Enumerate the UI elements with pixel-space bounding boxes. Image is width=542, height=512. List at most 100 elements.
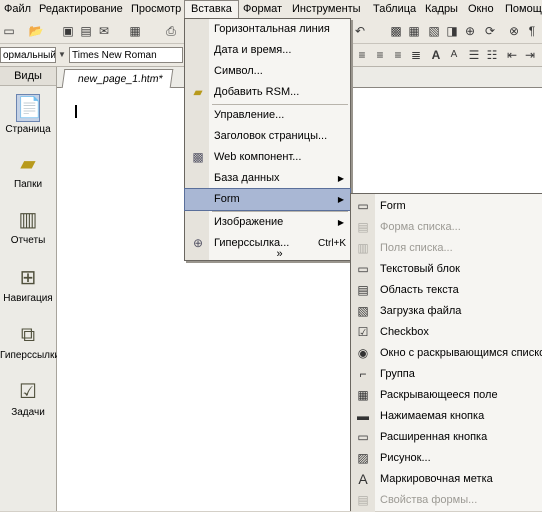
font-combo[interactable]: Times New Roman — [69, 47, 183, 63]
advanced-button-icon: ▭ — [357, 430, 369, 444]
menu-item-label: Окно с раскрывающимся списком — [380, 347, 542, 359]
menu-frames[interactable]: Кадры — [425, 3, 458, 15]
insert-web-component[interactable]: ▩ Web компонент... — [185, 147, 350, 168]
insert-form[interactable]: Form ▶ — [184, 188, 351, 211]
hyperlink-icon[interactable]: ⊕ — [462, 23, 478, 39]
submenu-arrow-icon: ▶ — [337, 218, 344, 227]
menu-item-label: Checkbox — [380, 326, 429, 338]
save-icon[interactable]: ▣ — [60, 23, 76, 39]
insert-symbol[interactable]: Символ... — [185, 61, 350, 82]
menu-item-label: Расширенная кнопка — [380, 431, 488, 443]
file-upload-icon: ▧ — [357, 304, 369, 318]
menu-item-label: Область текста — [380, 284, 459, 296]
rsm-icon: ▰ — [193, 85, 203, 99]
bullets-icon[interactable]: ☷ — [484, 47, 500, 63]
insert-database[interactable]: База данных ▶ — [185, 168, 350, 189]
publish-icon[interactable]: ▤ — [78, 23, 94, 39]
menu-window[interactable]: Окно — [468, 3, 494, 15]
menu-item-label: Нажимаемая кнопка — [380, 410, 485, 422]
view-reports[interactable]: ▥ Отчеты — [0, 207, 56, 246]
insert-add-rsm[interactable]: ▰ Добавить RSM... — [185, 82, 350, 103]
checkbox-item[interactable]: ☑ Checkbox — [351, 322, 542, 343]
drop-down-field-item[interactable]: ▦ Раскрывающееся поле — [351, 385, 542, 406]
expand-menu-chevron-icon[interactable]: » — [185, 248, 350, 260]
menu-tools[interactable]: Инструменты — [292, 3, 361, 15]
folders-view-icon: ▰ — [20, 153, 36, 175]
print-icon[interactable]: ⎙ — [163, 23, 179, 39]
insert-picture[interactable]: Изображение ▶ — [185, 212, 350, 233]
menu-item-label: Form — [380, 200, 406, 212]
outdent-icon[interactable]: ⇤ — [504, 47, 520, 63]
menu-table[interactable]: Таблица — [373, 3, 416, 15]
submenu-arrow-icon: ▶ — [337, 174, 344, 183]
menu-insert[interactable]: Вставка — [184, 0, 239, 18]
view-folders[interactable]: ▰ Папки — [0, 151, 56, 190]
view-tasks[interactable]: ☑ Задачи — [0, 379, 56, 418]
align-center-icon[interactable]: ≡ — [372, 47, 388, 63]
menu-item-label: Рисунок... — [380, 452, 431, 464]
style-dropdown-icon[interactable]: ▼ — [57, 47, 67, 63]
tasks-view-icon: ☑ — [19, 381, 37, 403]
drawing-icon[interactable]: ◨ — [444, 23, 460, 39]
label-item[interactable]: A Маркировочная метка — [351, 469, 542, 490]
form-submenu: ▭ Form ▤ Форма списка... ▥ Поля списка... ▭… — [350, 193, 542, 512]
push-button-icon: ▬ — [357, 409, 369, 423]
insert-table-icon[interactable]: ▦ — [406, 23, 422, 39]
insert-menu: Горизонтальная линия Дата и время... Сим… — [184, 18, 351, 261]
insert-horizontal-line[interactable]: Горизонтальная линия — [185, 19, 350, 40]
textbox-icon: ▭ — [357, 262, 369, 276]
view-hyperlinks[interactable]: ⧉ Гиперссылки — [0, 322, 60, 361]
group-box-icon: ⌐ — [359, 367, 367, 381]
menu-item-label: Форма списка... — [380, 221, 461, 233]
view-page[interactable]: 📄 Страница — [0, 94, 56, 135]
menu-file[interactable]: Файл — [4, 3, 31, 15]
new-page-icon[interactable]: ▭ — [1, 23, 17, 39]
text-area-item[interactable]: ▤ Область текста — [351, 280, 542, 301]
textbox-item[interactable]: ▭ Текстовый блок — [351, 259, 542, 280]
email-icon[interactable]: ✉ — [96, 23, 112, 39]
increase-font-icon[interactable]: A — [428, 47, 444, 63]
list-form-icon: ▤ — [357, 220, 369, 234]
justify-icon[interactable]: ≣ — [408, 47, 424, 63]
dropdown-box-item[interactable]: ◉ Окно с раскрывающимся списком — [351, 343, 542, 364]
menu-item-label: Загрузка файла — [380, 305, 462, 317]
group-item[interactable]: ⌐ Группа — [351, 364, 542, 385]
menu-view[interactable]: Просмотр — [131, 3, 181, 15]
text-area-icon: ▤ — [357, 283, 369, 297]
menu-item-label: Горизонтальная линия — [214, 23, 330, 35]
indent-icon[interactable]: ⇥ — [522, 47, 538, 63]
refresh-icon[interactable]: ⟳ — [482, 23, 498, 39]
view-page-label: Страница — [5, 124, 51, 135]
reports-view-icon: ▥ — [18, 209, 38, 231]
style-combo[interactable]: ормальный — [0, 47, 56, 63]
view-folders-label: Папки — [13, 179, 43, 190]
view-hyperlinks-label: Гиперссылки — [0, 350, 60, 361]
decrease-font-icon[interactable]: A — [446, 47, 462, 63]
form-properties-item: ▤ Свойства формы... — [351, 490, 542, 511]
align-right-icon[interactable]: ≡ — [390, 47, 406, 63]
open-icon[interactable]: 📂 — [28, 23, 44, 39]
menu-help[interactable]: Помощь — [505, 3, 542, 15]
option-button-icon: ◉ — [357, 346, 369, 360]
file-upload-item[interactable]: ▧ Загрузка файла — [351, 301, 542, 322]
form-item[interactable]: ▭ Form — [351, 196, 542, 217]
insert-page-header[interactable]: Заголовок страницы... — [185, 126, 350, 147]
web-component-icon[interactable]: ▩ — [388, 23, 404, 39]
numbering-icon[interactable]: ☰ — [466, 47, 482, 63]
show-all-icon[interactable]: ¶ — [524, 23, 540, 39]
insert-manage[interactable]: Управление... — [185, 105, 350, 126]
undo-icon[interactable]: ↶ — [352, 23, 368, 39]
insert-picture-icon[interactable]: ▧ — [426, 23, 442, 39]
advanced-button-item[interactable]: ▭ Расширенная кнопка — [351, 427, 542, 448]
push-button-item[interactable]: ▬ Нажимаемая кнопка — [351, 406, 542, 427]
web-icon[interactable]: ▦ — [127, 23, 143, 39]
menu-item-label: Символ... — [214, 65, 263, 77]
insert-date-time[interactable]: Дата и время... — [185, 40, 350, 61]
stop-icon[interactable]: ⊗ — [506, 23, 522, 39]
document-tab[interactable]: new_page_1.htm* — [61, 69, 173, 88]
view-navigation[interactable]: ⊞ Навигация — [0, 265, 56, 304]
picture-item[interactable]: ▨ Рисунок... — [351, 448, 542, 469]
align-left-icon[interactable]: ≡ — [354, 47, 370, 63]
menu-edit[interactable]: Редактирование — [39, 3, 123, 15]
menu-format[interactable]: Формат — [243, 3, 282, 15]
